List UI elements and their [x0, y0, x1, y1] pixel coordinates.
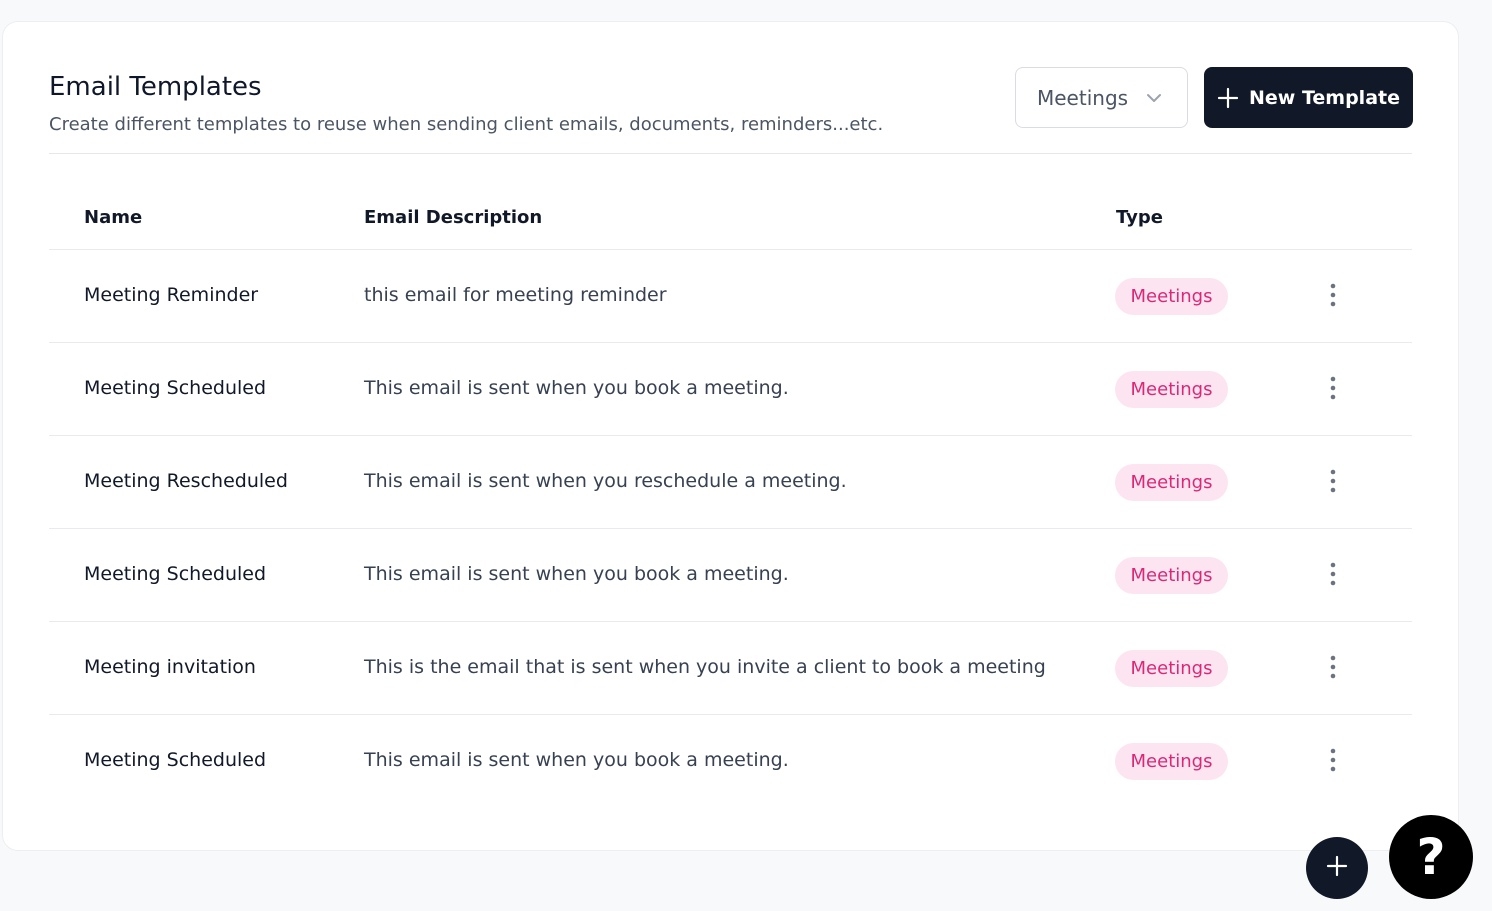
- column-separator: [1268, 436, 1271, 528]
- column-separator: [1080, 436, 1083, 528]
- template-description: This email is sent when you book a meeti…: [364, 563, 789, 585]
- template-description: This email is sent when you book a meeti…: [364, 377, 789, 399]
- template-name: Meeting Reminder: [84, 284, 259, 306]
- templates-table: Name Email Description Type Meeting Remi…: [49, 187, 1412, 807]
- more-options-icon[interactable]: [1323, 375, 1343, 403]
- template-name: Meeting Rescheduled: [84, 470, 288, 492]
- column-separator: [1268, 250, 1271, 342]
- table-row[interactable]: Meeting Scheduled This email is sent when…: [49, 714, 1412, 807]
- type-badge: Meetings: [1115, 278, 1228, 315]
- table-header: Name Email Description Type: [49, 187, 1412, 249]
- column-separator: [1080, 343, 1083, 435]
- type-badge: Meetings: [1115, 650, 1228, 687]
- column-separator: [327, 715, 330, 807]
- table-row[interactable]: Meeting invitation This is the email that…: [49, 621, 1412, 714]
- type-badge: Meetings: [1115, 371, 1228, 408]
- more-options-icon[interactable]: [1323, 468, 1343, 496]
- type-filter-value: Meetings: [1037, 85, 1129, 110]
- column-separator: [1080, 622, 1083, 714]
- help-button[interactable]: ?: [1389, 815, 1473, 899]
- plus-icon: [1325, 854, 1349, 882]
- type-badge: Meetings: [1115, 557, 1228, 594]
- column-separator: [1080, 715, 1083, 807]
- type-badge: Meetings: [1115, 743, 1228, 780]
- column-header-description: Email Description: [364, 207, 543, 228]
- plus-icon: [1217, 87, 1239, 109]
- new-template-button[interactable]: New Template: [1204, 67, 1413, 128]
- column-separator: [327, 250, 330, 342]
- template-description: This email is sent when you book a meeti…: [364, 749, 789, 771]
- chevron-down-icon: [1145, 88, 1163, 112]
- floating-add-button[interactable]: [1306, 837, 1368, 899]
- more-options-icon[interactable]: [1323, 282, 1343, 310]
- column-separator: [1268, 343, 1271, 435]
- more-options-icon[interactable]: [1323, 747, 1343, 775]
- column-separator: [327, 529, 330, 621]
- column-separator: [1268, 715, 1271, 807]
- column-separator: [1080, 529, 1083, 621]
- table-row[interactable]: Meeting Scheduled This email is sent when…: [49, 528, 1412, 621]
- template-description: this email for meeting reminder: [364, 284, 667, 306]
- template-name: Meeting Scheduled: [84, 749, 267, 771]
- email-templates-card: Email Templates Create different templat…: [2, 21, 1459, 851]
- column-header-type: Type: [1116, 207, 1163, 228]
- new-template-label: New Template: [1249, 86, 1400, 109]
- template-name: Meeting Scheduled: [84, 563, 267, 585]
- column-separator: [1268, 529, 1271, 621]
- template-name: Meeting invitation: [84, 656, 256, 678]
- type-badge: Meetings: [1115, 464, 1228, 501]
- more-options-icon[interactable]: [1323, 561, 1343, 589]
- table-row[interactable]: Meeting Scheduled This email is sent when…: [49, 342, 1412, 435]
- page-subtitle: Create different templates to reuse when…: [49, 114, 884, 135]
- table-row[interactable]: Meeting Reminder this email for meeting r…: [49, 249, 1412, 342]
- column-separator: [1080, 250, 1083, 342]
- page-title: Email Templates: [49, 72, 262, 102]
- type-filter-dropdown[interactable]: Meetings: [1015, 67, 1188, 128]
- template-description: This email is sent when you reschedule a…: [364, 470, 847, 492]
- template-description: This is the email that is sent when you …: [364, 656, 1046, 678]
- column-separator: [327, 343, 330, 435]
- column-separator: [1268, 622, 1271, 714]
- column-separator: [327, 436, 330, 528]
- column-separator: [327, 622, 330, 714]
- column-header-name: Name: [84, 207, 143, 228]
- table-row[interactable]: Meeting Rescheduled This email is sent wh…: [49, 435, 1412, 528]
- template-name: Meeting Scheduled: [84, 377, 267, 399]
- header-divider: [49, 153, 1412, 154]
- more-options-icon[interactable]: [1323, 654, 1343, 682]
